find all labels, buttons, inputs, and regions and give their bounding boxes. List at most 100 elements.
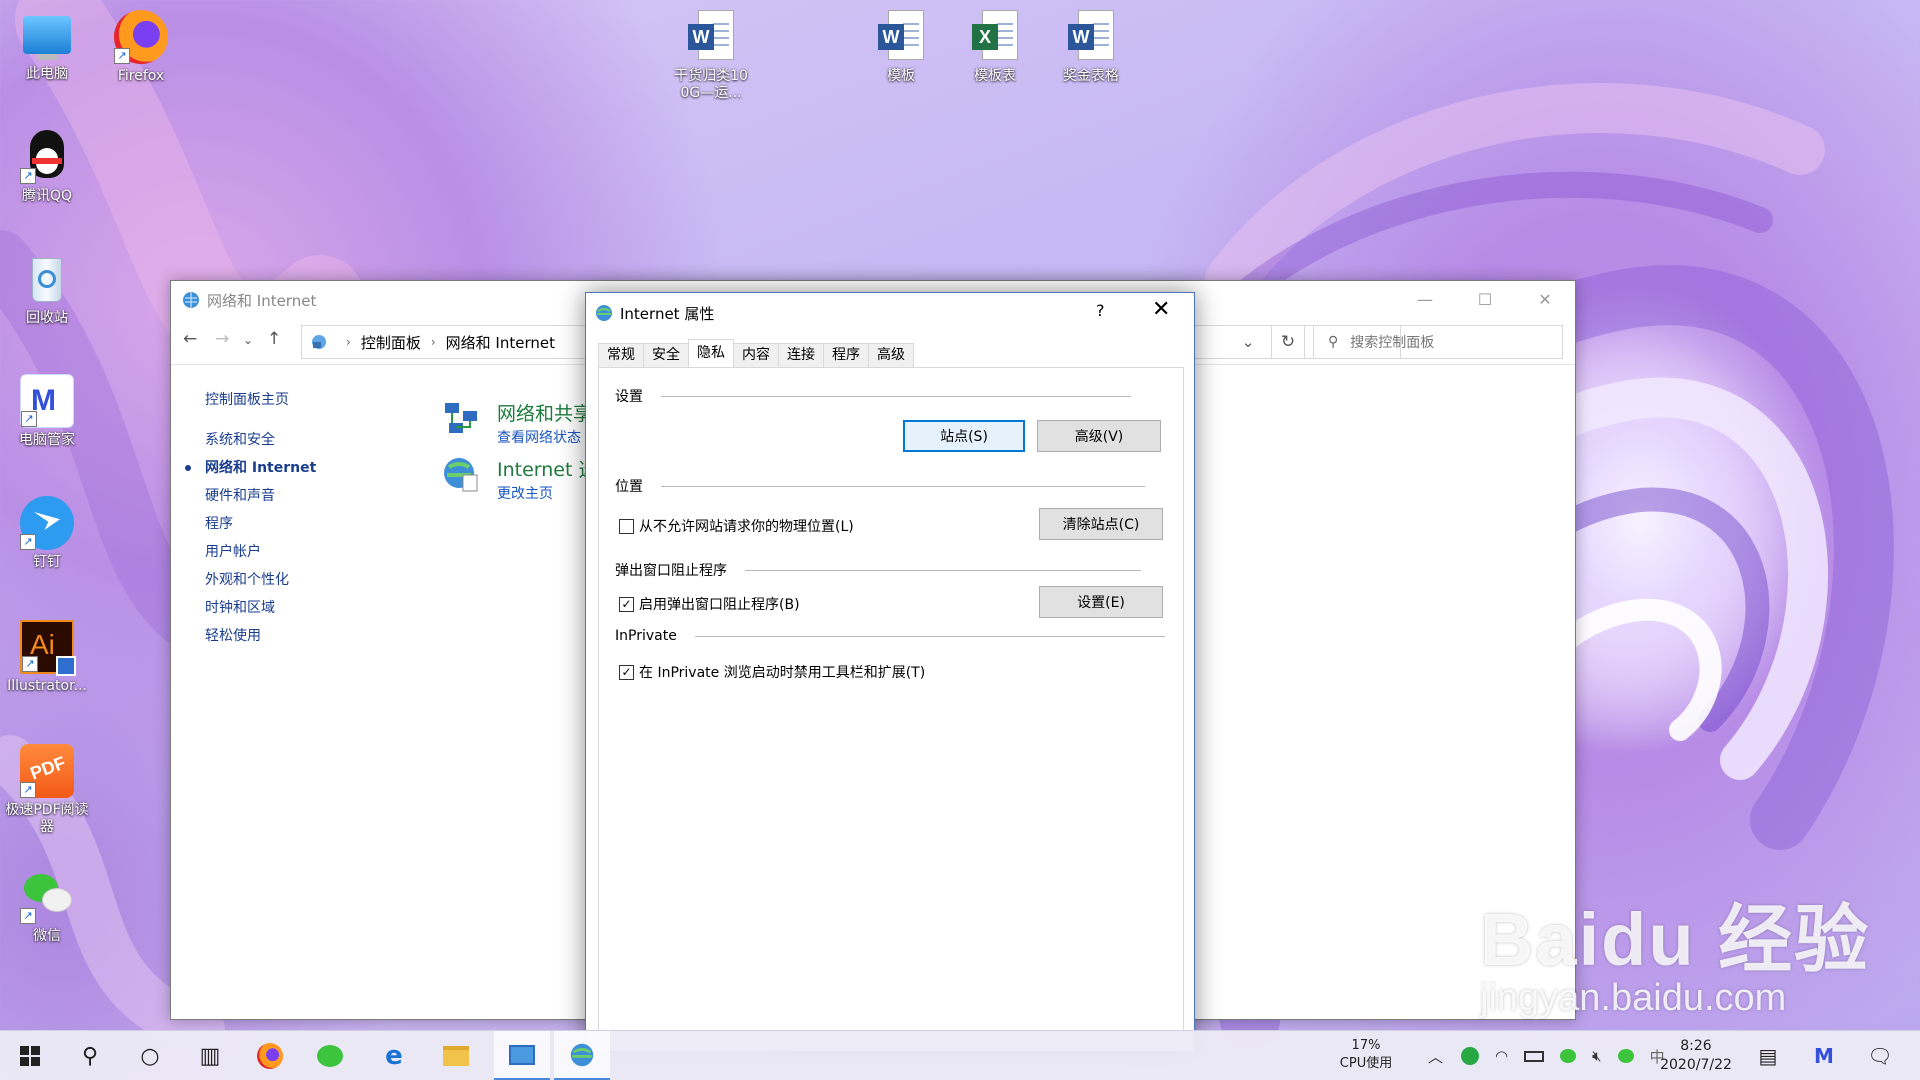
desktop-icon-label: Illustrator... — [7, 678, 87, 694]
taskbar-firefox-icon[interactable] — [242, 1031, 298, 1080]
volume-muted-icon[interactable]: 🔇︎ — [1592, 1047, 1601, 1065]
up-arrow-icon[interactable]: ↑ — [267, 329, 281, 349]
category-heading[interactable]: 网络和共享 — [497, 399, 592, 426]
action-center-icon[interactable]: 🗨︎ — [1852, 1031, 1908, 1080]
battery-icon[interactable] — [1524, 1050, 1545, 1062]
checkbox-box[interactable]: ✓ — [619, 664, 634, 680]
close-button[interactable]: ✕ — [1515, 281, 1575, 317]
forward-arrow-icon[interactable]: → — [215, 329, 229, 349]
shortcut-arrow-icon: ↗ — [20, 168, 36, 184]
dialog-close-button[interactable]: ✕ — [1152, 297, 1170, 322]
tab-connections[interactable]: 连接 — [778, 343, 824, 367]
sidebar-item-ease-of-access[interactable]: 轻松使用 — [205, 627, 425, 645]
breadcrumb-network[interactable]: 网络和 Internet — [446, 332, 555, 353]
sidebar-item-network-internet[interactable]: 网络和 Internet — [185, 459, 425, 477]
taskbar-file-explorer-icon[interactable] — [428, 1031, 484, 1080]
tab-general[interactable]: 常规 — [598, 343, 644, 367]
desktop-icon-wechat[interactable]: ↗ 微信 — [4, 870, 90, 945]
checkbox-box[interactable]: ✓ — [619, 596, 634, 612]
search-icon[interactable]: ⚲ — [62, 1031, 118, 1080]
checkbox-box[interactable] — [619, 518, 634, 534]
group-label: 位置 — [615, 479, 643, 495]
clock[interactable]: 8:26 2020/7/22 — [1646, 1037, 1746, 1075]
sidebar-item-user-accounts[interactable]: 用户帐户 — [205, 543, 425, 561]
shortcut-arrow-icon: ↗ — [114, 48, 130, 64]
taskbar-wechat-icon[interactable] — [302, 1031, 358, 1080]
control-panel-sidebar: 控制面板主页 系统和安全 网络和 Internet 硬件和声音 程序 用户帐户 … — [185, 391, 425, 655]
desktop-icon-qq[interactable]: ↗ 腾讯QQ — [4, 130, 90, 205]
desktop-icon-word-template[interactable]: W 模板 — [858, 10, 944, 85]
desktop-icon-word-doc-1[interactable]: W 干货归类100G—运... — [668, 10, 754, 102]
excel-document-icon: X — [972, 10, 1018, 64]
desktop-icon-excel-template[interactable]: X 模板表 — [952, 10, 1038, 85]
location-checkbox[interactable]: 从不允许网站请求你的物理位置(L) — [619, 516, 854, 536]
dialog-title: Internet 属性 — [620, 304, 715, 323]
category-link[interactable]: 查看网络状态 — [497, 427, 581, 447]
sidebar-item-programs[interactable]: 程序 — [205, 515, 425, 533]
qq-penguin-icon: ↗ — [20, 130, 74, 184]
task-view-icon[interactable]: ▥ — [182, 1031, 238, 1080]
desktop-icon-word-bonus[interactable]: W 奖金表格 — [1048, 10, 1134, 85]
sidebar-item-home[interactable]: 控制面板主页 — [205, 391, 425, 409]
search-icon: ⚲ — [1328, 334, 1339, 350]
popup-blocker-checkbox[interactable]: ✓ 启用弹出窗口阻止程序(B) — [619, 594, 800, 614]
tab-advanced[interactable]: 高级 — [868, 343, 914, 367]
network-sharing-icon — [445, 403, 477, 433]
taskbar-internet-options-icon[interactable] — [554, 1031, 610, 1080]
desktop-icon-dingtalk[interactable]: ↗ 钉钉 — [4, 496, 90, 571]
cpu-usage[interactable]: 17% CPU使用 — [1320, 1037, 1412, 1073]
pc-manager-tray-icon[interactable]: M — [1796, 1031, 1852, 1080]
refresh-icon[interactable]: ↻ — [1271, 325, 1305, 359]
chevron-up-icon[interactable]: ︿ — [1428, 1046, 1443, 1067]
category-link[interactable]: 更改主页 — [497, 483, 553, 503]
internet-properties-dialog: Internet 属性 ? ✕ 常规 安全 隐私 内容 连接 程序 高级 设置 … — [585, 292, 1195, 1052]
firefox-icon: ↗ — [114, 10, 168, 64]
sidebar-item-appearance[interactable]: 外观和个性化 — [205, 571, 425, 589]
recent-dropdown-icon[interactable]: ⌄ — [243, 333, 253, 347]
pdf-reader-icon: PDF ↗ — [20, 744, 74, 798]
sidebar-item-hardware-sound[interactable]: 硬件和声音 — [205, 487, 425, 505]
search-input[interactable]: ⚲ 搜索控制面板 — [1313, 325, 1563, 359]
help-button[interactable]: ? — [1096, 301, 1105, 320]
inprivate-checkbox[interactable]: ✓ 在 InPrivate 浏览启动时禁用工具栏和扩展(T) — [619, 662, 925, 682]
desktop-icon-pdf-reader[interactable]: PDF ↗ 极速PDF阅读器 — [4, 744, 90, 836]
desktop-icon-recycle-bin[interactable]: 回收站 — [4, 252, 90, 327]
tab-content[interactable]: 内容 — [733, 343, 779, 367]
security-shield-icon[interactable] — [1461, 1047, 1480, 1065]
maximize-button[interactable]: ☐ — [1455, 281, 1515, 317]
clear-sites-button[interactable]: 清除站点(C) — [1039, 508, 1163, 540]
internet-options-icon — [444, 458, 478, 492]
desktop-icon-label: 干货归类100G—运... — [674, 68, 748, 101]
sites-button[interactable]: 站点(S) — [903, 420, 1025, 452]
minimize-button[interactable]: — — [1395, 281, 1455, 317]
popup-settings-button[interactable]: 设置(E) — [1039, 586, 1163, 618]
desktop-icon-this-pc[interactable]: 此电脑 — [4, 10, 90, 83]
breadcrumb-control-panel[interactable]: 控制面板 — [361, 332, 421, 353]
checkbox-label: 从不允许网站请求你的物理位置(L) — [639, 519, 854, 535]
tab-security[interactable]: 安全 — [643, 343, 689, 367]
back-arrow-icon[interactable]: ← — [183, 329, 197, 349]
advanced-button[interactable]: 高级(V) — [1037, 420, 1161, 452]
wifi-icon[interactable]: ◠ — [1495, 1047, 1508, 1065]
tab-programs[interactable]: 程序 — [823, 343, 869, 367]
desktop-icon-pc-manager[interactable]: M ↗ 电脑管家 — [4, 374, 90, 449]
category-heading[interactable]: Internet 选 — [497, 455, 597, 482]
illustrator-icon: Ai ↗ — [20, 620, 76, 676]
address-dropdown-icon[interactable]: ⌄ — [1231, 325, 1265, 359]
taskbar-control-panel-icon[interactable] — [494, 1031, 550, 1080]
group-settings: 设置 — [615, 386, 1131, 406]
desktop-icon-label: 钉钉 — [33, 554, 61, 570]
internet-globe-icon — [596, 305, 612, 321]
group-popup-blocker: 弹出窗口阻止程序 — [615, 560, 1141, 580]
wechat-tray-icon-2[interactable] — [1617, 1049, 1634, 1063]
desktop-icon-firefox[interactable]: ↗ Firefox — [98, 10, 184, 85]
start-button[interactable] — [2, 1031, 58, 1080]
sidebar-item-system-security[interactable]: 系统和安全 — [205, 431, 425, 449]
desktop-icon-illustrator[interactable]: Ai ↗ Illustrator... — [4, 620, 90, 695]
sidebar-item-clock-region[interactable]: 时钟和区域 — [205, 599, 425, 617]
taskbar-edge-icon[interactable]: e — [366, 1031, 422, 1080]
wechat-tray-icon[interactable] — [1560, 1049, 1577, 1063]
notes-icon[interactable]: ▤ — [1740, 1031, 1796, 1080]
tab-privacy[interactable]: 隐私 — [688, 339, 734, 367]
cortana-circle-icon[interactable]: ○ — [122, 1031, 178, 1080]
